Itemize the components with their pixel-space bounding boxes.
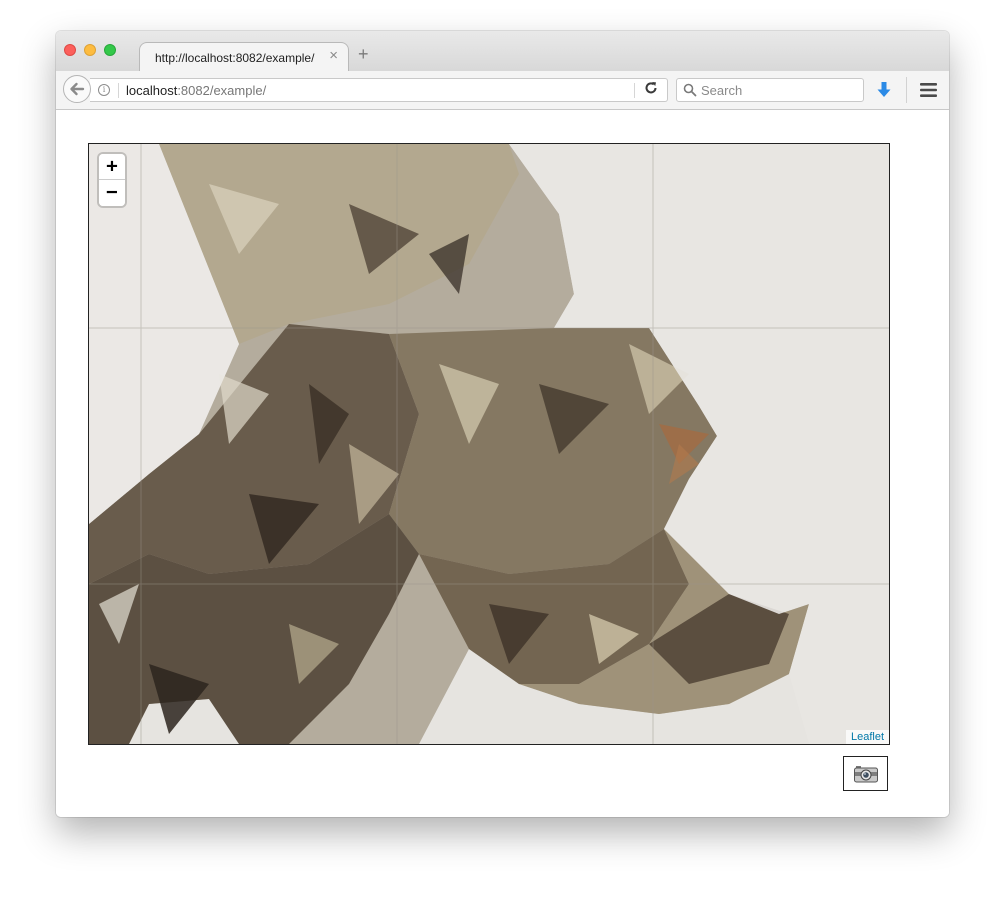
- camera-icon: [854, 766, 878, 783]
- map-tile-layer[interactable]: [89, 144, 889, 744]
- close-window-button[interactable]: [64, 44, 76, 56]
- url-text[interactable]: localhost:8082/example/: [126, 83, 266, 98]
- new-tab-button[interactable]: +: [358, 45, 369, 63]
- url-divider-right: [634, 83, 635, 98]
- zoom-control: + −: [99, 154, 125, 206]
- tab-example[interactable]: http://localhost:8082/example/ ×: [139, 42, 349, 72]
- download-icon[interactable]: [876, 81, 892, 104]
- page-content: + − Leaflet: [56, 110, 949, 817]
- zoom-out-button[interactable]: −: [99, 180, 125, 206]
- cat-image: [89, 144, 889, 744]
- search-input[interactable]: [701, 81, 851, 99]
- nav-toolbar: i localhost:8082/example/: [56, 71, 949, 110]
- screenshot-button[interactable]: [843, 756, 888, 791]
- address-bar[interactable]: i localhost:8082/example/: [90, 78, 668, 102]
- attribution-link[interactable]: Leaflet: [845, 730, 889, 744]
- minimize-window-button[interactable]: [84, 44, 96, 56]
- reload-icon[interactable]: [644, 81, 658, 99]
- zoom-in-button[interactable]: +: [99, 154, 125, 180]
- back-icon: [70, 82, 85, 96]
- menu-icon[interactable]: [920, 83, 937, 102]
- url-divider: [118, 83, 119, 98]
- tab-strip: http://localhost:8082/example/ × +: [56, 31, 949, 72]
- toolbar-divider: [906, 77, 907, 103]
- info-icon[interactable]: i: [98, 84, 110, 96]
- search-icon: [683, 83, 697, 97]
- tab-title: http://localhost:8082/example/: [155, 51, 315, 65]
- back-button[interactable]: [63, 75, 91, 103]
- maximize-window-button[interactable]: [104, 44, 116, 56]
- search-box[interactable]: [676, 78, 864, 102]
- url-host: localhost: [126, 83, 178, 98]
- tab-close-icon[interactable]: ×: [329, 48, 338, 64]
- url-path: :8082/example/: [177, 83, 267, 98]
- browser-window: http://localhost:8082/example/ × + i loc…: [56, 31, 949, 817]
- map-container[interactable]: + − Leaflet: [88, 143, 890, 745]
